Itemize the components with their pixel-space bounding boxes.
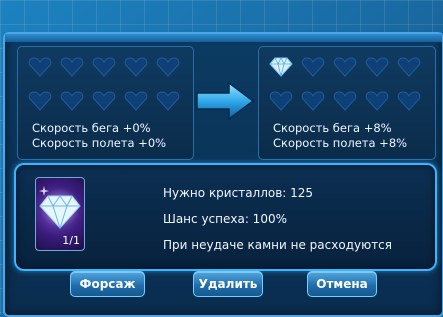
current-slots bbox=[28, 57, 188, 117]
heart-slot-icon bbox=[124, 91, 148, 111]
heart-slot-icon bbox=[60, 91, 84, 111]
heart-slot-icon bbox=[269, 91, 293, 111]
heart-slot-icon bbox=[28, 57, 52, 77]
heart-slot-icon bbox=[60, 57, 84, 77]
boost-button[interactable]: Форсаж bbox=[70, 271, 145, 297]
upgraded-run-speed: Скорость бега +8% bbox=[273, 121, 392, 135]
heart-slot-icon bbox=[301, 91, 325, 111]
crystal-count: 1/1 bbox=[62, 234, 80, 247]
heart-slot-icon bbox=[301, 57, 325, 77]
right-arrow-icon bbox=[195, 80, 255, 122]
current-stats: Скорость бега +0% Скорость полета +0% bbox=[32, 121, 166, 151]
heart-slot-icon bbox=[365, 57, 389, 77]
heart-slot-icon bbox=[92, 57, 116, 77]
heart-slot-icon bbox=[156, 57, 180, 77]
crystal-slot[interactable]: 1/1 bbox=[35, 177, 85, 251]
upgraded-slots bbox=[269, 57, 429, 117]
current-stats-panel: Скорость бега +0% Скорость полета +0% bbox=[17, 46, 194, 160]
diamond-gem-icon bbox=[269, 55, 293, 77]
heart-slot-icon bbox=[397, 57, 421, 77]
upgraded-stats: Скорость бега +8% Скорость полета +8% bbox=[273, 121, 407, 151]
heart-slot-icon bbox=[124, 57, 148, 77]
crystal-upgrade-window: Скорость бега +0% Скорость полета +0% Ск… bbox=[3, 32, 443, 317]
heart-slot-icon bbox=[28, 91, 52, 111]
current-run-speed: Скорость бега +0% bbox=[32, 121, 151, 135]
cancel-button[interactable]: Отмена bbox=[307, 271, 377, 297]
upgrade-info: Нужно кристаллов: 125 Шанс успеха: 100% … bbox=[163, 185, 392, 263]
heart-slot-icon bbox=[333, 57, 357, 77]
heart-slot-icon bbox=[365, 91, 389, 111]
crystals-needed: Нужно кристаллов: 125 bbox=[163, 186, 314, 200]
heart-slot-icon bbox=[156, 91, 180, 111]
diamond-gem-icon bbox=[39, 186, 81, 230]
success-chance: Шанс успеха: 100% bbox=[163, 212, 287, 226]
upgraded-fly-speed: Скорость полета +8% bbox=[273, 136, 408, 150]
heart-slot-icon bbox=[92, 91, 116, 111]
heart-slot-icon bbox=[397, 91, 421, 111]
upgraded-stats-panel: Скорость бега +8% Скорость полета +8% bbox=[258, 46, 436, 160]
failure-note: При неудаче камни не расходуются bbox=[163, 238, 392, 252]
remove-button[interactable]: Удалить bbox=[193, 271, 263, 297]
current-fly-speed: Скорость полета +0% bbox=[32, 136, 167, 150]
crystal-info-panel: 1/1 Нужно кристаллов: 125 Шанс успеха: 1… bbox=[14, 163, 437, 271]
heart-slot-icon bbox=[333, 91, 357, 111]
window-titlebar bbox=[5, 34, 442, 42]
